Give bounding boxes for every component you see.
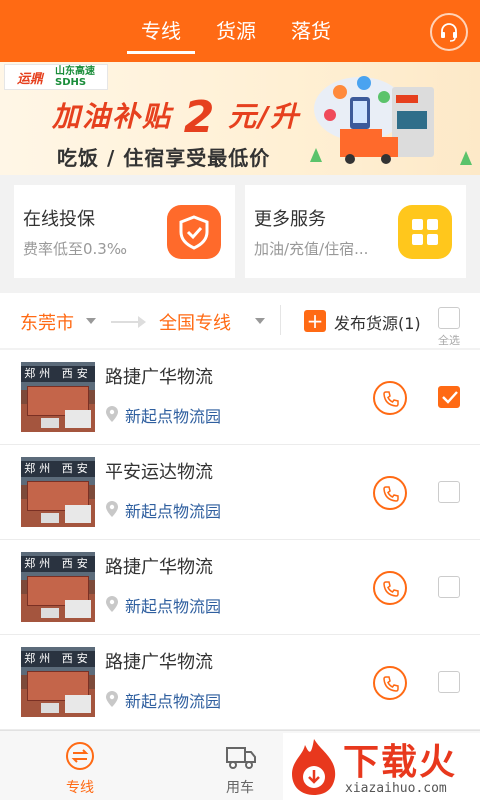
route-arrow-head: [138, 316, 146, 328]
list-item[interactable]: 郑州 西安 路捷广华物流 新起点物流园: [0, 635, 480, 730]
select-all-label: 全选: [438, 334, 460, 347]
banner-subtitle: 吃饭 / 住宿享受最低价: [57, 146, 271, 170]
company-location: 新起点物流园: [125, 692, 222, 711]
tab-zhuanxian[interactable]: 专线: [125, 0, 197, 62]
nav-item-zhuanxian[interactable]: 专线: [40, 731, 120, 800]
item-checkbox[interactable]: [438, 386, 460, 408]
company-name: 路捷广华物流: [105, 367, 213, 388]
route-arrow-icon: [111, 321, 141, 323]
service-title: 更多服务: [254, 209, 326, 230]
route-filter-bar: 东莞市 全国专线 + 发布货源(1) 全选: [0, 293, 480, 348]
company-location: 新起点物流园: [125, 502, 222, 521]
company-photo: 郑州 西安: [21, 552, 95, 622]
location-pin-icon: [106, 596, 118, 612]
top-bar: 专线 货源 落货: [0, 0, 480, 62]
phone-icon[interactable]: [373, 571, 407, 605]
service-card-more[interactable]: 更多服务 加油/充值/住宿...: [245, 185, 466, 278]
nav-label: 专线: [66, 780, 94, 796]
to-city-select[interactable]: 全国专线: [159, 309, 231, 335]
nav-item-yongche[interactable]: 用车: [200, 731, 280, 800]
list-item[interactable]: 郑州 西安 路捷广华物流 新起点物流园: [0, 350, 480, 445]
watermark: 下载火 xiazaihuo.com: [283, 733, 480, 800]
flame-logo-icon: [292, 739, 336, 795]
headset-icon[interactable]: [430, 13, 468, 51]
nav-label: 用车: [226, 780, 254, 796]
service-subtitle: 费率低至0.3‰: [23, 240, 127, 258]
service-title: 在线投保: [23, 209, 95, 230]
company-location: 新起点物流园: [125, 407, 222, 426]
service-subtitle: 加油/充值/住宿...: [254, 240, 369, 258]
company-photo: 郑州 西安: [21, 362, 95, 432]
chevron-down-icon: [255, 318, 265, 324]
service-card-insurance[interactable]: 在线投保 费率低至0.3‰: [14, 185, 235, 278]
company-name: 平安运达物流: [105, 462, 213, 483]
company-photo: 郑州 西安: [21, 457, 95, 527]
yundeyi-logo: 运鼎: [16, 71, 43, 87]
item-checkbox[interactable]: [438, 671, 460, 693]
publish-cargo-button[interactable]: 发布货源(1): [334, 310, 421, 334]
shield-check-icon: [167, 205, 221, 259]
logistics-list: 郑州 西安 路捷广华物流 新起点物流园 郑州 西安 平安运达物流 新起点物流园 …: [0, 350, 480, 730]
promo-banner[interactable]: 运鼎 山东高速 SDHS 加油补贴 2 元/升 吃饭 / 住宿享受最低价: [0, 62, 480, 175]
plus-icon[interactable]: +: [304, 310, 326, 332]
phone-icon[interactable]: [373, 666, 407, 700]
tab-huoyuan[interactable]: 货源: [200, 0, 272, 62]
phone-icon[interactable]: [373, 476, 407, 510]
item-checkbox[interactable]: [438, 576, 460, 598]
tab-luohuo[interactable]: 落货: [275, 0, 347, 62]
watermark-text: 下载火: [343, 742, 458, 783]
location-pin-icon: [106, 406, 118, 422]
divider: [280, 305, 281, 335]
swap-icon: [66, 742, 94, 770]
location-pin-icon: [106, 501, 118, 517]
top-tabs: 专线 货源 落货: [125, 0, 347, 62]
from-city-select[interactable]: 东莞市: [20, 309, 74, 335]
company-location: 新起点物流园: [125, 597, 222, 616]
list-item[interactable]: 郑州 西安 路捷广华物流 新起点物流园: [0, 540, 480, 635]
grid-icon: [398, 205, 452, 259]
fuel-truck-illustration: [310, 76, 472, 165]
phone-icon[interactable]: [373, 381, 407, 415]
select-all-checkbox[interactable]: [438, 307, 460, 329]
sdhs-logo: 山东高速 SDHS: [55, 66, 95, 88]
company-name: 路捷广华物流: [105, 557, 213, 578]
banner-title: 加油补贴 2 元/升: [52, 92, 301, 143]
list-item[interactable]: 郑州 西安 平安运达物流 新起点物流园: [0, 445, 480, 540]
chevron-down-icon: [86, 318, 96, 324]
company-photo: 郑州 西安: [21, 647, 95, 717]
item-checkbox[interactable]: [438, 481, 460, 503]
company-name: 路捷广华物流: [105, 652, 213, 673]
location-pin-icon: [106, 691, 118, 707]
watermark-url: xiazaihuo.com: [345, 781, 447, 796]
truck-icon: [226, 747, 256, 769]
